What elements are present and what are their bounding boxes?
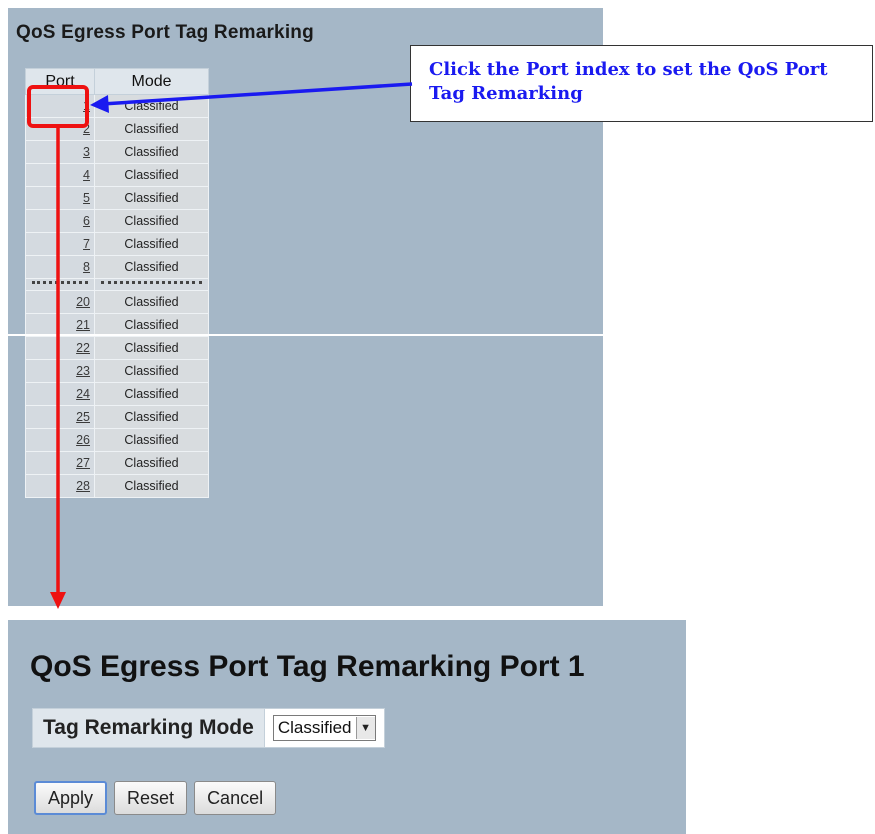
table-row: 3 Classified bbox=[25, 140, 209, 164]
mode-cell: Classified bbox=[94, 474, 209, 498]
port-cell: 26 bbox=[25, 428, 95, 452]
table-row: 8 Classified bbox=[25, 255, 209, 279]
port-link[interactable]: 7 bbox=[83, 237, 90, 251]
port-link[interactable]: 25 bbox=[76, 410, 90, 424]
port-1-highlight bbox=[27, 85, 89, 128]
port-cell: 23 bbox=[25, 359, 95, 383]
tag-remarking-mode-value: Classified bbox=[277, 718, 352, 737]
mode-cell: Classified bbox=[94, 451, 209, 475]
tag-remarking-mode-select[interactable]: Classified ▼ bbox=[272, 715, 376, 741]
port-link[interactable]: 20 bbox=[76, 295, 90, 309]
port-link[interactable]: 3 bbox=[83, 145, 90, 159]
table-row: 5 Classified bbox=[25, 186, 209, 210]
port-cell: 8 bbox=[25, 255, 95, 279]
port-link[interactable]: 6 bbox=[83, 214, 90, 228]
tag-remarking-mode-label: Tag Remarking Mode bbox=[32, 708, 265, 748]
cut-divider bbox=[8, 334, 603, 336]
port-table: Port Mode 1 Classified 2 Classified 3 Classif… bbox=[25, 68, 209, 498]
port-link[interactable]: 21 bbox=[76, 318, 90, 332]
table-row-cut bbox=[25, 278, 209, 291]
cancel-button[interactable]: Cancel bbox=[194, 781, 277, 815]
column-header-mode: Mode bbox=[94, 68, 209, 95]
port-link[interactable]: 26 bbox=[76, 433, 90, 447]
table-row: 20 Classified bbox=[25, 290, 209, 314]
tag-remarking-form: Tag Remarking Mode Classified ▼ bbox=[32, 708, 385, 748]
cut-cell bbox=[94, 278, 209, 291]
apply-button[interactable]: Apply bbox=[34, 781, 108, 815]
mode-cell: Classified bbox=[94, 209, 209, 233]
mode-cell: Classified bbox=[94, 117, 209, 141]
port-link[interactable]: 23 bbox=[76, 364, 90, 378]
port-cell: 22 bbox=[25, 336, 95, 360]
table-row: 28 Classified bbox=[25, 474, 209, 498]
button-row: Apply Reset Cancel bbox=[34, 781, 277, 815]
table-row: 7 Classified bbox=[25, 232, 209, 256]
port-cell: 5 bbox=[25, 186, 95, 210]
port-cell: 6 bbox=[25, 209, 95, 233]
port-cell: 27 bbox=[25, 451, 95, 475]
port-cell: 20 bbox=[25, 290, 95, 314]
table-row: 24 Classified bbox=[25, 382, 209, 406]
table-row: 22 Classified bbox=[25, 336, 209, 360]
reset-button[interactable]: Reset bbox=[114, 781, 188, 815]
mode-cell: Classified bbox=[94, 359, 209, 383]
tag-remarking-mode-cell: Classified ▼ bbox=[263, 708, 385, 748]
table-row: 26 Classified bbox=[25, 428, 209, 452]
mode-cell: Classified bbox=[94, 232, 209, 256]
mode-cell: Classified bbox=[94, 163, 209, 187]
table-row: 23 Classified bbox=[25, 359, 209, 383]
chevron-down-icon[interactable]: ▼ bbox=[355, 717, 375, 739]
port-link[interactable]: 24 bbox=[76, 387, 90, 401]
port-detail-panel: QoS Egress Port Tag Remarking Port 1 Tag… bbox=[8, 620, 686, 834]
table-row: 25 Classified bbox=[25, 405, 209, 429]
mode-cell: Classified bbox=[94, 336, 209, 360]
table-row: 4 Classified bbox=[25, 163, 209, 187]
mode-cell: Classified bbox=[94, 290, 209, 314]
port-link[interactable]: 4 bbox=[83, 168, 90, 182]
port-cell: 4 bbox=[25, 163, 95, 187]
port-cell: 24 bbox=[25, 382, 95, 406]
cut-cell bbox=[25, 278, 95, 291]
port-cell: 25 bbox=[25, 405, 95, 429]
table-row: 6 Classified bbox=[25, 209, 209, 233]
mode-cell: Classified bbox=[94, 428, 209, 452]
mode-cell: Classified bbox=[94, 94, 209, 118]
mode-cell: Classified bbox=[94, 382, 209, 406]
port-link[interactable]: 27 bbox=[76, 456, 90, 470]
port-link[interactable]: 5 bbox=[83, 191, 90, 205]
port-link[interactable]: 28 bbox=[76, 479, 90, 493]
detail-page-title: QoS Egress Port Tag Remarking Port 1 bbox=[30, 650, 585, 683]
port-link[interactable]: 8 bbox=[83, 260, 90, 274]
page-title: QoS Egress Port Tag Remarking bbox=[16, 22, 314, 43]
mode-cell: Classified bbox=[94, 405, 209, 429]
mode-cell: Classified bbox=[94, 255, 209, 279]
instruction-callout: Click the Port index to set the QoS Port… bbox=[410, 45, 873, 122]
port-cell: 7 bbox=[25, 232, 95, 256]
table-row: 27 Classified bbox=[25, 451, 209, 475]
port-link[interactable]: 22 bbox=[76, 341, 90, 355]
mode-cell: Classified bbox=[94, 140, 209, 164]
port-cell: 3 bbox=[25, 140, 95, 164]
port-cell: 28 bbox=[25, 474, 95, 498]
mode-cell: Classified bbox=[94, 186, 209, 210]
